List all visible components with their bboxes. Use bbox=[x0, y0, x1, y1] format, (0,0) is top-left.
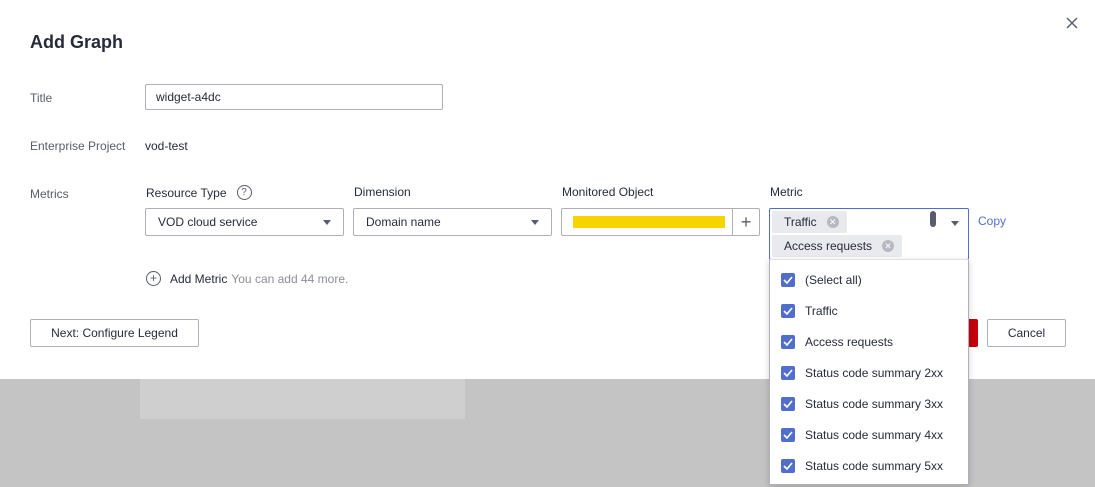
monitored-object-header: Monitored Object bbox=[562, 185, 654, 199]
option-status-5xx[interactable]: Status code summary 5xx bbox=[770, 450, 968, 481]
checkbox-checked-icon[interactable] bbox=[781, 272, 795, 287]
option-label: Status code summary 4xx bbox=[805, 427, 944, 442]
title-label: Title bbox=[30, 91, 53, 105]
resource-type-header-text: Resource Type bbox=[146, 185, 227, 200]
metric-multiselect[interactable]: Traffic ✕ Access requests ✕ bbox=[769, 208, 969, 260]
checkbox-checked-icon[interactable] bbox=[781, 458, 795, 473]
monitored-object-field[interactable]: + bbox=[561, 208, 760, 236]
help-icon[interactable]: ? bbox=[236, 185, 252, 200]
remove-tag-icon[interactable]: ✕ bbox=[882, 240, 895, 252]
dimension-value: Domain name bbox=[366, 215, 441, 229]
enterprise-project-label: Enterprise Project bbox=[30, 139, 126, 153]
next-configure-legend-button[interactable]: Next: Configure Legend bbox=[30, 319, 199, 347]
copy-link[interactable]: Copy bbox=[978, 214, 1006, 228]
metric-tag-label: Traffic bbox=[784, 215, 817, 229]
add-circle-icon: + bbox=[146, 271, 161, 286]
checkbox-checked-icon[interactable] bbox=[781, 365, 795, 380]
cancel-button[interactable]: Cancel bbox=[987, 319, 1066, 347]
add-metric-hint: You can add 44 more. bbox=[231, 271, 349, 286]
metric-tag-label: Access requests bbox=[784, 239, 873, 253]
option-status-3xx[interactable]: Status code summary 3xx bbox=[770, 388, 968, 419]
option-status-4xx[interactable]: Status code summary 4xx bbox=[770, 419, 968, 450]
option-label: Status code summary 3xx bbox=[805, 396, 944, 411]
option-label: Status code summary 5xx bbox=[805, 458, 944, 473]
close-icon[interactable] bbox=[1063, 14, 1081, 32]
checkbox-checked-icon[interactable] bbox=[781, 303, 795, 318]
checkbox-checked-icon[interactable] bbox=[781, 427, 795, 442]
checkbox-checked-icon[interactable] bbox=[781, 396, 795, 411]
option-select-all[interactable]: (Select all) bbox=[770, 264, 968, 295]
chevron-down-icon[interactable] bbox=[951, 221, 959, 226]
add-metric-button[interactable]: + Add Metric You can add 44 more. bbox=[146, 271, 348, 286]
option-label: Status code summary 2xx bbox=[805, 365, 944, 380]
option-label: Access requests bbox=[805, 334, 894, 349]
dimension-select[interactable]: Domain name bbox=[353, 208, 552, 236]
redacted-object-value bbox=[573, 216, 725, 228]
chevron-down-icon bbox=[323, 219, 331, 225]
checkbox-checked-icon[interactable] bbox=[781, 334, 795, 349]
option-label: (Select all) bbox=[805, 272, 862, 287]
resource-type-value: VOD cloud service bbox=[158, 215, 258, 229]
title-input[interactable] bbox=[145, 84, 443, 110]
option-access-requests[interactable]: Access requests bbox=[770, 326, 968, 357]
remove-tag-icon[interactable]: ✕ bbox=[826, 216, 839, 228]
metric-tag-access-requests: Access requests ✕ bbox=[772, 235, 903, 257]
resource-type-header: Resource Type ? bbox=[146, 185, 252, 200]
option-label: Traffic bbox=[805, 303, 838, 318]
scrollbar-thumb[interactable] bbox=[930, 211, 936, 227]
dialog-title: Add Graph bbox=[30, 32, 123, 52]
dimension-header: Dimension bbox=[354, 185, 411, 199]
metric-dropdown: (Select all) Traffic Access requests Sta… bbox=[769, 259, 969, 485]
metric-tag-traffic: Traffic ✕ bbox=[772, 211, 847, 233]
backdrop-panel bbox=[140, 379, 465, 419]
chevron-down-icon bbox=[531, 219, 539, 225]
resource-type-select[interactable]: VOD cloud service bbox=[145, 208, 344, 236]
enterprise-project-value: vod-test bbox=[145, 139, 188, 153]
metric-header: Metric bbox=[770, 185, 803, 199]
metrics-label: Metrics bbox=[30, 187, 69, 201]
plus-icon[interactable]: + bbox=[732, 209, 759, 235]
option-status-2xx[interactable]: Status code summary 2xx bbox=[770, 357, 968, 388]
add-metric-label: Add Metric bbox=[170, 271, 228, 286]
option-traffic[interactable]: Traffic bbox=[770, 295, 968, 326]
primary-button-edge[interactable] bbox=[969, 319, 978, 347]
